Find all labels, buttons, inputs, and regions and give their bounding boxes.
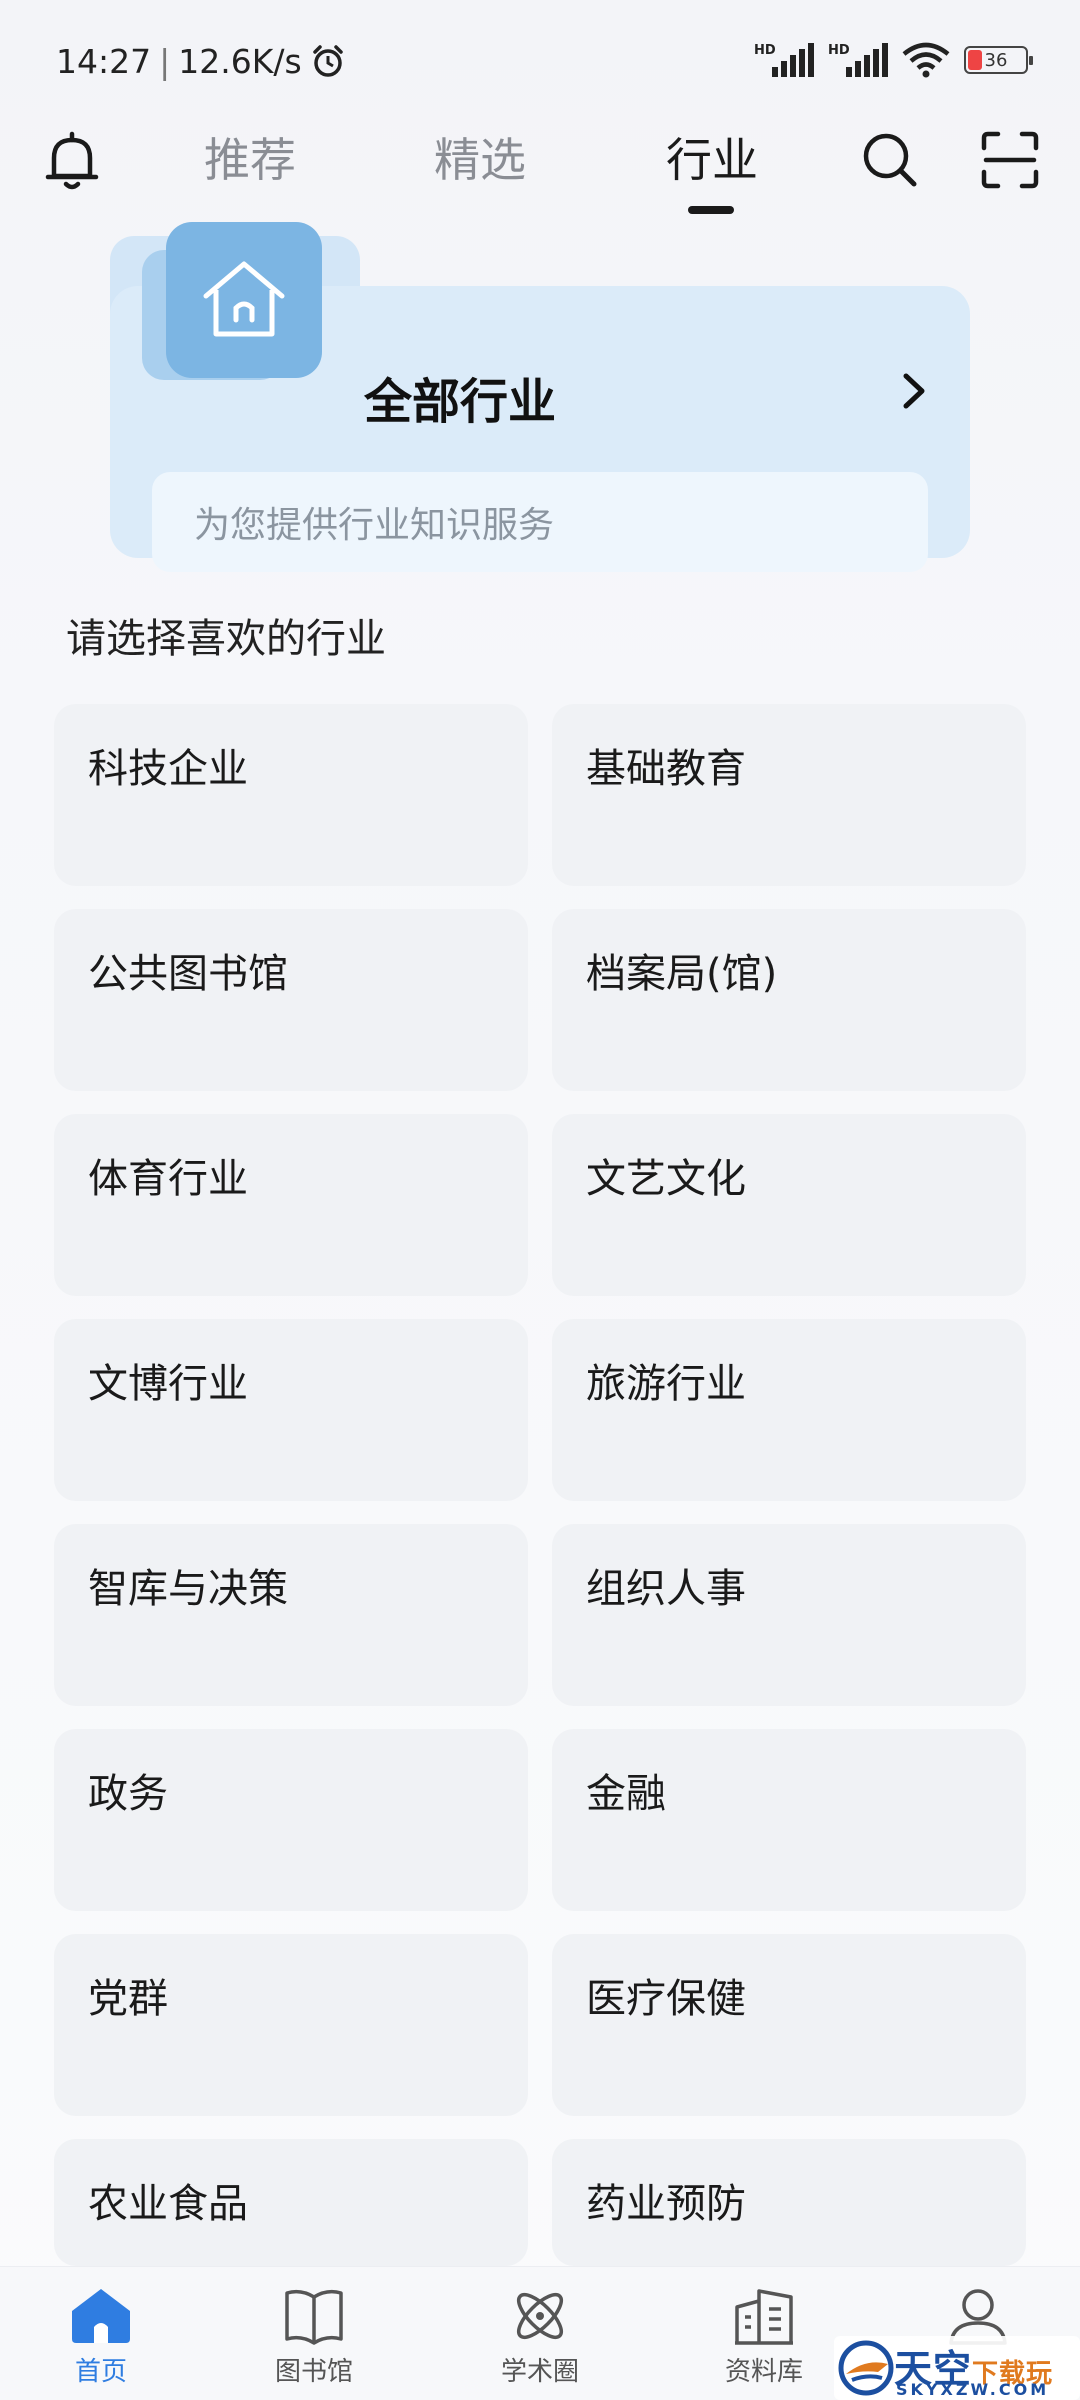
all-industries-card[interactable]: 全部行业 为您提供行业知识服务 [110,222,970,572]
industry-card[interactable]: 党群 [54,1934,528,2116]
tab-industry[interactable]: 行业 [666,124,758,190]
nav-home-label: 首页 [74,2357,127,2387]
signal-hd-label: HD [828,43,850,58]
nav-database[interactable]: 资料库 [694,2287,834,2388]
industry-label: 金融 [586,1771,666,1817]
industry-card[interactable]: 智库与决策 [54,1524,528,1706]
industry-label: 政务 [88,1771,168,1817]
industry-label: 药业预防 [586,2181,746,2227]
industry-card[interactable]: 档案局(馆) [552,909,1026,1091]
tab-recommend[interactable]: 推荐 [204,124,296,190]
industry-label: 体育行业 [88,1156,248,1202]
status-time: 14:27 [56,42,152,81]
status-divider: | [159,42,171,81]
wifi-icon [902,42,950,78]
watermark-url: SKYXZW.COM [896,2380,1050,2399]
industry-label: 农业食品 [88,2181,248,2227]
industry-label: 公共图书馆 [88,951,288,997]
industry-card[interactable]: 文博行业 [54,1319,528,1501]
nav-library[interactable]: 图书馆 [244,2287,384,2388]
signal-icon: HD [828,43,888,77]
nav-home[interactable]: 首页 [31,2287,171,2388]
book-icon [285,2289,343,2345]
nav-academic[interactable]: 学术圈 [470,2287,610,2388]
industry-card[interactable]: 金融 [552,1729,1026,1911]
nav-library-label: 图书馆 [274,2357,353,2387]
industry-card[interactable]: 科技企业 [54,704,528,886]
signal-hd-label: HD [754,43,776,58]
status-left: 14:27 | 12.6K/s [56,42,346,81]
industry-label: 档案局(馆) [586,951,778,997]
industry-card[interactable]: 农业食品 [54,2139,528,2266]
industry-label: 医疗保健 [586,1976,746,2022]
industry-card[interactable]: 基础教育 [552,704,1026,886]
battery-level: 36 [984,49,1008,71]
building-icon [735,2289,793,2345]
search-icon[interactable] [860,130,920,190]
industry-label: 党群 [88,1976,168,2022]
status-right: HD HD 36 [754,42,1033,78]
industry-search-input[interactable]: 为您提供行业知识服务 [152,472,928,572]
atom-icon [516,2292,564,2340]
home-icon [72,2289,130,2343]
watermark-logo-icon [838,2340,894,2396]
industry-label: 基础教育 [586,746,746,792]
industry-card[interactable]: 文艺文化 [552,1114,1026,1296]
signal-icon: HD [754,43,814,77]
tab-active-indicator [688,206,734,214]
alarm-icon [312,44,343,77]
industry-card[interactable]: 药业预防 [552,2139,1026,2266]
industry-label: 旅游行业 [586,1361,746,1407]
hero-title[interactable]: 全部行业 [364,362,556,432]
bell-icon[interactable] [44,130,100,194]
nav-academic-label: 学术圈 [500,2357,579,2387]
scan-icon[interactable] [980,130,1040,190]
industry-card[interactable]: 政务 [54,1729,528,1911]
site-watermark: 天空下载玩 SKYXZW.COM [834,2336,1080,2400]
industry-card[interactable]: 组织人事 [552,1524,1026,1706]
industry-label: 智库与决策 [88,1566,288,1612]
industry-label: 组织人事 [586,1566,746,1612]
industry-label: 科技企业 [88,746,248,792]
tab-featured[interactable]: 精选 [434,124,526,190]
industry-card[interactable]: 体育行业 [54,1114,528,1296]
industry-label: 文艺文化 [586,1156,746,1202]
battery-icon: 36 [964,46,1033,74]
industry-card[interactable]: 旅游行业 [552,1319,1026,1501]
top-nav: 推荐 精选 行业 [0,120,1080,230]
section-title: 请选择喜欢的行业 [66,616,386,662]
chevron-right-icon[interactable] [900,370,928,412]
nav-database-label: 资料库 [724,2357,803,2387]
network-speed: 12.6K/s [178,42,302,81]
status-bar: 14:27 | 12.6K/s HD HD 36 [0,0,1080,120]
industry-card[interactable]: 医疗保健 [552,1934,1026,2116]
industry-label: 文博行业 [88,1361,248,1407]
house-icon [166,222,322,378]
industry-card[interactable]: 公共图书馆 [54,909,528,1091]
industry-search-placeholder: 为您提供行业知识服务 [194,505,555,546]
